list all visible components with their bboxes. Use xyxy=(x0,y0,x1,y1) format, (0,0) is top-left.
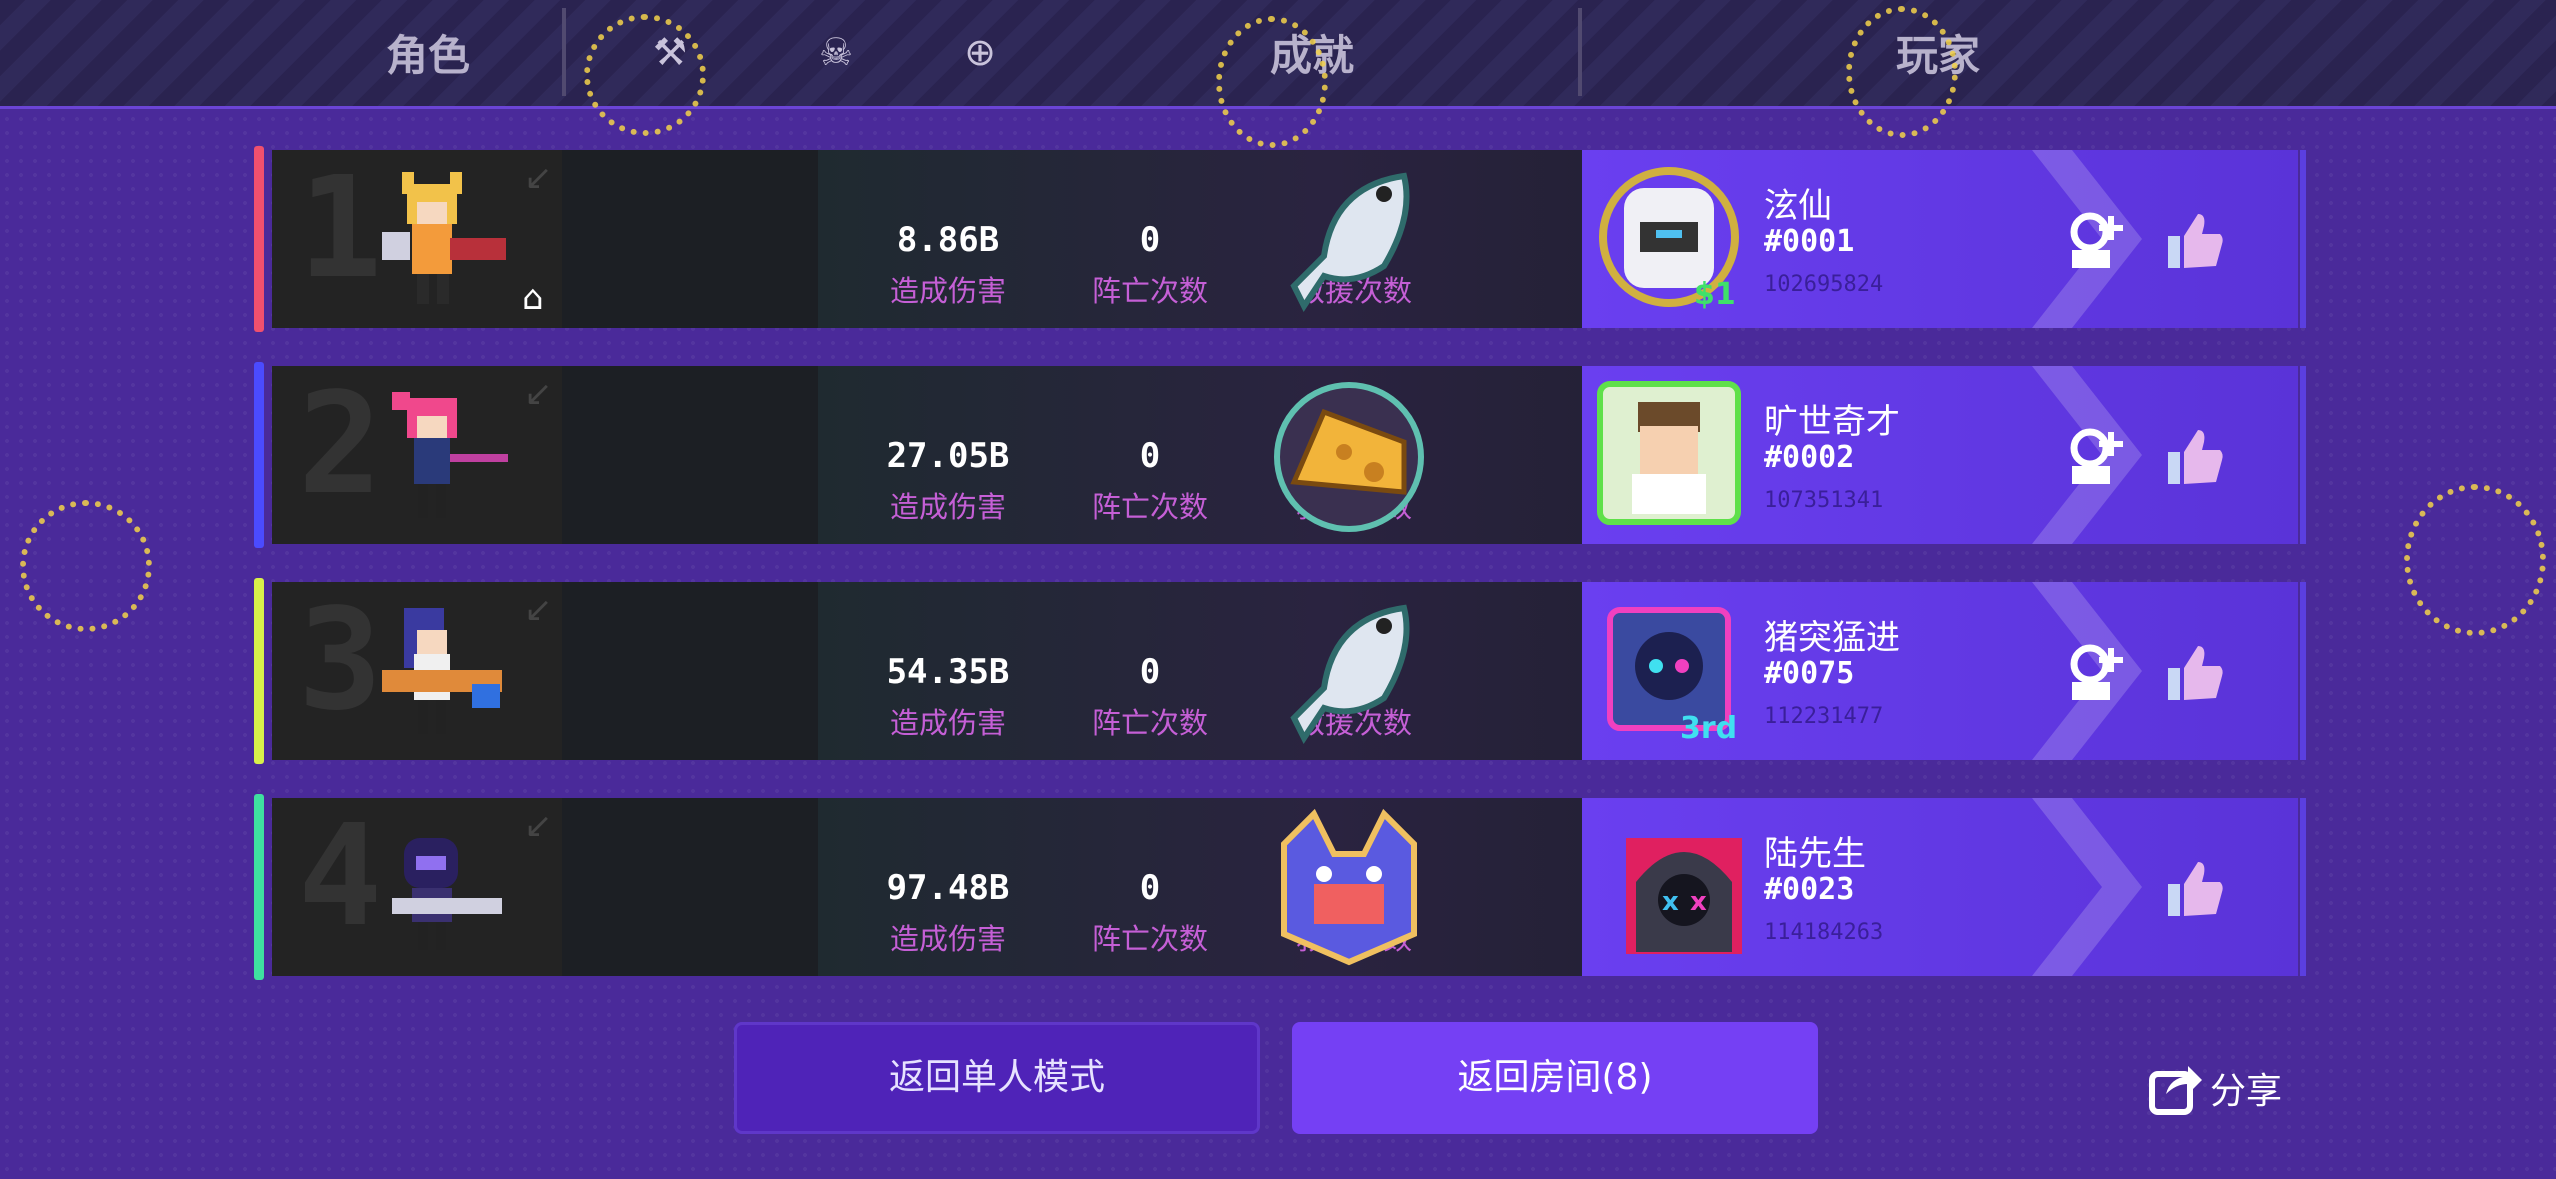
character-sprite xyxy=(382,608,502,734)
svg-text:x: x xyxy=(1690,887,1707,917)
expand-icon[interactable]: ↙ xyxy=(524,808,560,844)
chevron-decoration xyxy=(2032,798,2142,976)
damage-value: 8.86B xyxy=(896,220,1000,260)
deaths-value: 0 xyxy=(1139,436,1161,476)
player-avatar: x x xyxy=(1626,838,1742,954)
damage-stat: 27.05B 造成伤害 xyxy=(868,366,1028,526)
player-uid: 102695824 xyxy=(1764,272,1884,297)
svg-text:x: x xyxy=(1662,887,1679,917)
sparkle-effect xyxy=(1846,6,1958,138)
player-tag: #0002 xyxy=(1764,440,1855,475)
svg-text:3rd: 3rd xyxy=(1680,711,1737,742)
result-row: 2 ↙ 27.05B 造成伤害 0 阵亡次数 0 救援次数 xyxy=(254,362,2306,548)
player-avatar: $1 xyxy=(1599,167,1739,310)
character-sprite xyxy=(392,392,508,518)
player-card[interactable]: 旷世奇才 #0002 107351341 xyxy=(1582,366,2306,544)
player-tag: #0023 xyxy=(1764,872,1855,907)
return-room-button[interactable]: 返回房间(8) xyxy=(1292,1022,1818,1134)
wolf-medal-icon xyxy=(1281,808,1417,966)
fish-medal-icon xyxy=(1290,172,1410,312)
deaths-label: 阵亡次数 xyxy=(1091,274,1208,308)
like-icon[interactable] xyxy=(2164,642,2226,704)
player-card[interactable]: $1 泫仙 #0001 102695824 xyxy=(1582,150,2306,328)
home-icon: ⌂ xyxy=(522,278,544,318)
deaths-stat: 0 阵亡次数 xyxy=(1070,150,1230,310)
like-icon[interactable] xyxy=(2164,210,2226,272)
return-single-mode-button[interactable]: 返回单人模式 xyxy=(734,1022,1260,1134)
deaths-stat: 0 阵亡次数 xyxy=(1070,798,1230,958)
sparkle-effect xyxy=(20,500,152,632)
character-sprite xyxy=(382,172,506,304)
add-friend-icon[interactable] xyxy=(2064,424,2128,488)
deaths-value: 0 xyxy=(1139,220,1161,260)
deaths-label: 阵亡次数 xyxy=(1091,706,1208,740)
player-avatar xyxy=(1597,381,1741,525)
fish-medal-icon xyxy=(1290,604,1410,744)
tab-divider xyxy=(562,8,566,96)
cheese-medal-icon xyxy=(1274,382,1424,532)
expand-icon[interactable]: ↙ xyxy=(524,592,560,628)
deaths-stat: 0 阵亡次数 xyxy=(1070,366,1230,526)
character-sprite xyxy=(392,838,502,950)
player-card[interactable]: 3rd 猪突猛进 #0075 112231477 xyxy=(1582,582,2306,760)
player-name: 旷世奇才 xyxy=(1764,402,1900,442)
damage-value: 97.48B xyxy=(886,868,1010,908)
tab-divider xyxy=(1578,8,1582,96)
svg-text:$1: $1 xyxy=(1694,277,1736,310)
damage-label: 造成伤害 xyxy=(889,922,1006,956)
sparkle-effect xyxy=(2404,484,2546,636)
share-icon xyxy=(2149,1066,2202,1115)
result-row: 3 ↙ 54.35B 造成伤害 0 阵亡次数 0 救援次数 xyxy=(254,578,2306,764)
plus-circle-icon[interactable]: ⊕ xyxy=(958,30,1002,74)
player-name: 猪突猛进 xyxy=(1764,618,1900,658)
add-friend-icon[interactable] xyxy=(2064,208,2128,272)
damage-stat: 8.86B 造成伤害 xyxy=(868,150,1028,310)
damage-label: 造成伤害 xyxy=(889,490,1006,524)
damage-stat: 54.35B 造成伤害 xyxy=(868,582,1028,742)
rank-accent xyxy=(254,794,264,980)
player-avatar: 3rd xyxy=(1607,607,1737,742)
deaths-label: 阵亡次数 xyxy=(1091,490,1208,524)
add-friend-icon[interactable] xyxy=(2064,640,2128,704)
like-icon[interactable] xyxy=(2164,426,2226,488)
damage-value: 27.05B xyxy=(886,436,1010,476)
skull-icon[interactable]: ☠ xyxy=(814,30,858,74)
player-uid: 114184263 xyxy=(1764,920,1884,945)
player-uid: 112231477 xyxy=(1764,704,1884,729)
damage-value: 54.35B xyxy=(886,652,1010,692)
like-icon[interactable] xyxy=(2164,858,2226,920)
damage-label: 造成伤害 xyxy=(889,274,1006,308)
rank-accent xyxy=(254,146,264,332)
player-card[interactable]: x x 陆先生 #0023 114184263 xyxy=(1582,798,2306,976)
deaths-value: 0 xyxy=(1139,868,1161,908)
share-label: 分享 xyxy=(2210,1071,2283,1112)
damage-label: 造成伤害 xyxy=(889,706,1006,740)
character-panel: 2 ↙ xyxy=(272,366,818,544)
deaths-stat: 0 阵亡次数 xyxy=(1070,582,1230,742)
tab-role[interactable]: 角色 xyxy=(386,22,470,83)
player-name: 泫仙 xyxy=(1764,186,1832,226)
deaths-label: 阵亡次数 xyxy=(1091,922,1208,956)
share-button[interactable]: 分享 xyxy=(2148,1060,2282,1116)
rank-accent xyxy=(254,578,264,764)
player-tag: #0001 xyxy=(1764,224,1855,259)
expand-icon[interactable]: ↙ xyxy=(524,160,560,196)
player-tag: #0075 xyxy=(1764,656,1855,691)
character-panel: 4 ↙ xyxy=(272,798,818,976)
result-row: 4 ↙ 97.48B 造成伤害 0 阵亡次数 0 救援次数 xyxy=(254,794,2306,980)
deaths-value: 0 xyxy=(1139,652,1161,692)
result-row: 1 ↙ ⌂ 8.86B 造成伤害 0 阵亡次数 0 救援次数 xyxy=(254,146,2306,332)
player-name: 陆先生 xyxy=(1764,834,1866,874)
player-uid: 107351341 xyxy=(1764,488,1884,513)
damage-stat: 97.48B 造成伤害 xyxy=(868,798,1028,958)
character-panel: 3 ↙ xyxy=(272,582,818,760)
sparkle-effect xyxy=(584,14,706,136)
rank-accent xyxy=(254,362,264,548)
character-panel: 1 ↙ ⌂ xyxy=(272,150,818,328)
sparkle-effect xyxy=(1216,16,1328,148)
expand-icon[interactable]: ↙ xyxy=(524,376,560,412)
